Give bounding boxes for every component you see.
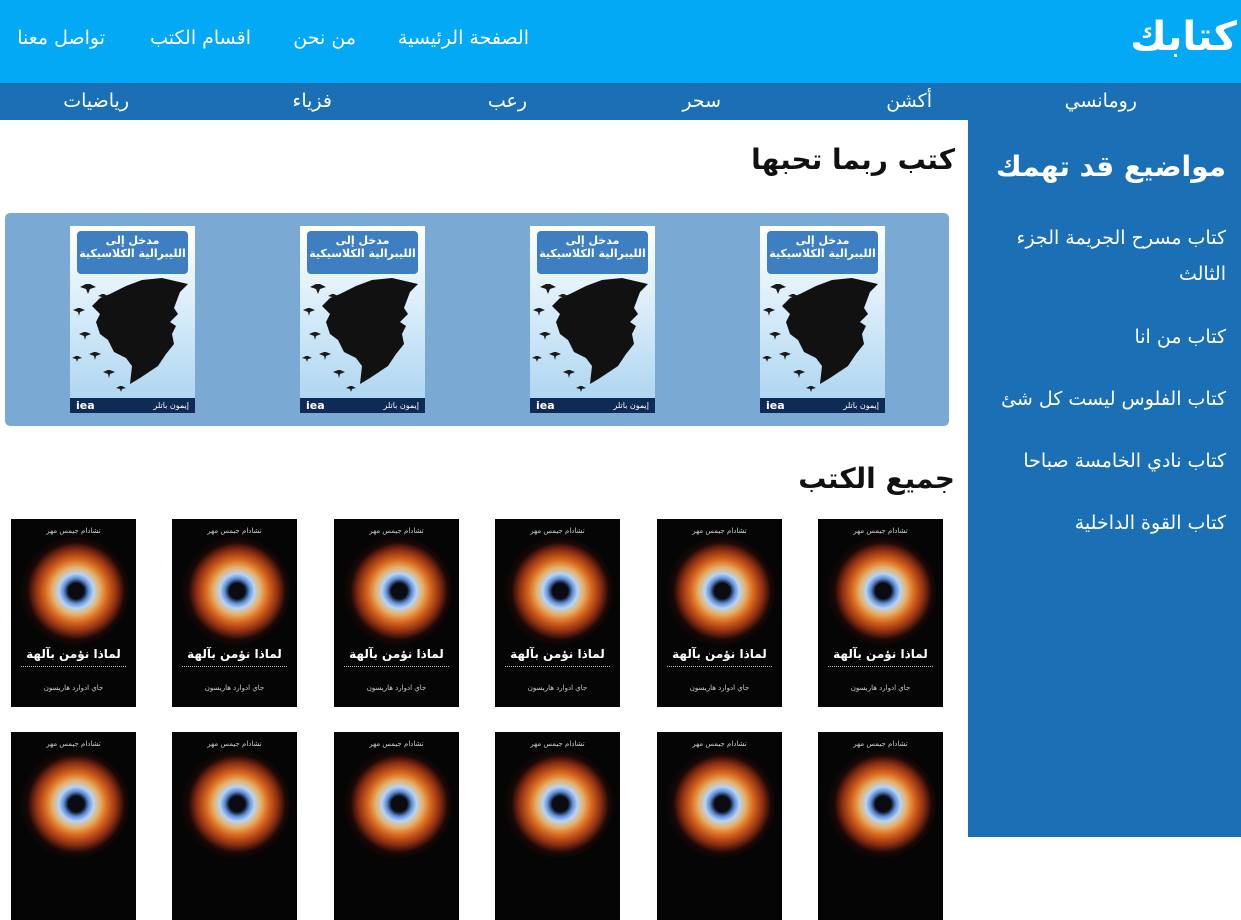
nav-contact[interactable]: تواصل معنا [17,27,105,49]
book-title: لماذا نؤمن بآلهة [510,647,605,661]
book-author: جاي ادوارد هاريسون [689,684,750,692]
recommended-carousel: مدخل إلى الليبرالية الكلاسيكية إيمون باتل… [5,213,949,426]
cover-top-text: تشادام جيمس مهر [853,527,908,535]
recommended-book-cover[interactable]: مدخل إلى الليبرالية الكلاسيكية إيمون باتل… [760,226,885,413]
birds-face-illustration [72,278,188,392]
cover-top-text: تشادام جيمس مهر [46,740,101,748]
nav-sections[interactable]: اقسام الكتب [150,27,251,49]
sidebar-link-inner-power[interactable]: كتاب القوة الداخلية [986,505,1226,541]
nebula-image [19,750,129,858]
cover-top-text: تشادام جيمس مهر [530,740,585,748]
book-cover[interactable]: تشادام جيمس مهر لماذا نؤمن بآلهة جاي ادو… [11,519,136,707]
category-romance[interactable]: رومانسي [1065,90,1137,112]
nebula-image [19,537,129,645]
book-cover[interactable]: تشادام جيمس مهر [657,732,782,920]
book-title: لماذا نؤمن بآلهة [833,647,928,661]
book-cover-title: مدخل إلى الليبرالية الكلاسيكية [537,231,648,274]
category-physics[interactable]: فزياء [292,90,332,112]
book-author: جاي ادوارد هاريسون [43,684,104,692]
sidebar-link-5am-club[interactable]: كتاب نادي الخامسة صباحا [986,443,1226,479]
birds-face-illustration [762,278,878,392]
recommended-book-cover[interactable]: مدخل إلى الليبرالية الكلاسيكية إيمون باتل… [530,226,655,413]
book-cover[interactable]: تشادام جيمس مهر [818,732,943,920]
recommended-title: كتب ربما تحبها [751,143,955,176]
category-horror[interactable]: رعب [488,90,527,112]
sidebar-title: مواضيع قد تهمك [996,150,1226,183]
publisher-logo: iea [536,399,555,412]
nebula-image [342,537,452,645]
book-title: لماذا نؤمن بآلهة [187,647,282,661]
book-cover[interactable]: تشادام جيمس مهر لماذا نؤمن بآلهة جاي ادو… [334,519,459,707]
cover-subtitle-line [344,666,449,670]
birds-face-illustration [532,278,648,392]
publisher-logo: iea [306,399,325,412]
nebula-image [826,537,936,645]
book-cover[interactable]: تشادام جيمس مهر لماذا نؤمن بآلهة جاي ادو… [657,519,782,707]
cover-subtitle-line [182,666,287,670]
book-author: جاي ادوارد هاريسون [366,684,427,692]
book-cover[interactable]: تشادام جيمس مهر [495,732,620,920]
birds-face-illustration [302,278,418,392]
cover-top-text: تشادام جيمس مهر [530,527,585,535]
nebula-image [180,537,290,645]
top-header: كتابك الصفحة الرئيسية من نحن اقسام الكتب… [0,0,1241,83]
book-title: لماذا نؤمن بآلهة [672,647,767,661]
book-cover[interactable]: تشادام جيمس مهر لماذا نؤمن بآلهة جاي ادو… [818,519,943,707]
recommended-book-cover[interactable]: مدخل إلى الليبرالية الكلاسيكية إيمون باتل… [300,226,425,413]
cover-top-text: تشادام جيمس مهر [46,527,101,535]
site-logo[interactable]: كتابك [1130,14,1238,60]
sidebar-link-money[interactable]: كتاب الفلوس ليست كل شئ [986,381,1226,417]
category-magic[interactable]: سحر [682,90,721,112]
cover-top-text: تشادام جيمس مهر [207,527,262,535]
book-cover[interactable]: تشادام جيمس مهر [172,732,297,920]
cover-top-text: تشادام جيمس مهر [369,527,424,535]
book-author: جاي ادوارد هاريسون [204,684,265,692]
book-cover-title: مدخل إلى الليبرالية الكلاسيكية [307,231,418,274]
book-cover-title: مدخل إلى الليبرالية الكلاسيكية [767,231,878,274]
nebula-image [826,750,936,858]
sidebar: مواضيع قد تهمك كتاب مسرح الجريمة الجزء ا… [968,120,1241,837]
nebula-image [503,537,613,645]
book-cover[interactable]: تشادام جيمس مهر [11,732,136,920]
publisher-logo: iea [766,399,785,412]
category-bar: رومانسي أكشن سحر رعب فزياء رياضيات [0,83,1241,120]
book-cover[interactable]: تشادام جيمس مهر لماذا نؤمن بآلهة جاي ادو… [495,519,620,707]
nebula-image [503,750,613,858]
publisher-logo: iea [76,399,95,412]
book-title: لماذا نؤمن بآلهة [349,647,444,661]
nebula-image [342,750,452,858]
cover-subtitle-line [828,666,933,670]
book-cover[interactable]: تشادام جيمس مهر [334,732,459,920]
category-math[interactable]: رياضيات [63,90,129,112]
category-action[interactable]: أكشن [886,90,932,112]
book-cover[interactable]: تشادام جيمس مهر لماذا نؤمن بآلهة جاي ادو… [172,519,297,707]
cover-top-text: تشادام جيمس مهر [692,740,747,748]
sidebar-link-who-am-i[interactable]: كتاب من انا [986,319,1226,355]
nebula-image [665,537,775,645]
book-cover-title: مدخل إلى الليبرالية الكلاسيكية [77,231,188,274]
nav-home[interactable]: الصفحة الرئيسية [398,27,529,49]
cover-subtitle-line [667,666,772,670]
cover-top-text: تشادام جيمس مهر [207,740,262,748]
recommended-book-cover[interactable]: مدخل إلى الليبرالية الكلاسيكية إيمون باتل… [70,226,195,413]
cover-top-text: تشادام جيمس مهر [692,527,747,535]
book-author: جاي ادوارد هاريسون [850,684,911,692]
nebula-image [665,750,775,858]
nebula-image [180,750,290,858]
cover-subtitle-line [21,666,126,670]
all-books-title: جميع الكتب [798,462,955,495]
sidebar-link-crime-scene[interactable]: كتاب مسرح الجريمة الجزء الثالث [986,220,1226,292]
book-title: لماذا نؤمن بآلهة [26,647,121,661]
book-author: جاي ادوارد هاريسون [527,684,588,692]
nav-about[interactable]: من نحن [293,27,356,49]
cover-top-text: تشادام جيمس مهر [853,740,908,748]
cover-subtitle-line [505,666,610,670]
cover-top-text: تشادام جيمس مهر [369,740,424,748]
